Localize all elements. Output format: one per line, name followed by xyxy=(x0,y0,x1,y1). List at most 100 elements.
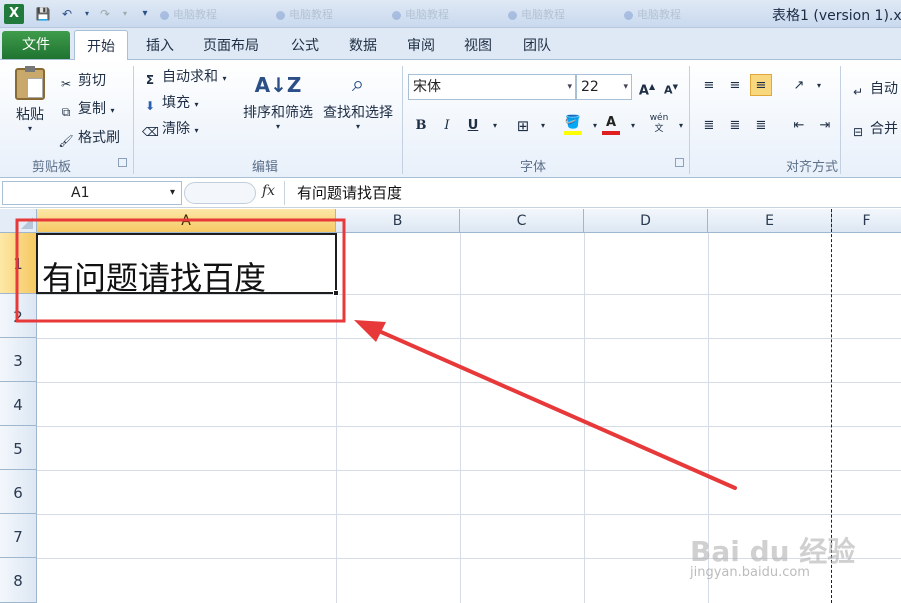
editing-group-label: 编辑 xyxy=(252,160,279,175)
autosum-button[interactable]: Σ 自动求和 ▾ xyxy=(142,66,227,88)
column-header-c[interactable]: C xyxy=(460,209,584,233)
fill-color-icon[interactable]: 🪣 xyxy=(562,115,584,137)
save-icon[interactable]: 💾 xyxy=(34,5,52,23)
row-header-8[interactable]: 8 xyxy=(0,558,37,603)
scissors-icon: ✂ xyxy=(60,77,72,91)
cut-button[interactable]: ✂ 剪切 xyxy=(58,70,106,92)
group-separator xyxy=(840,66,841,174)
name-box[interactable]: A1 ▾ xyxy=(2,181,182,205)
wrap-text-button[interactable]: ↵ 自动 xyxy=(850,78,898,100)
align-middle-icon[interactable]: ≡ xyxy=(724,75,746,97)
align-left-icon[interactable]: ≣ xyxy=(698,115,720,137)
group-separator xyxy=(133,66,134,174)
background-tab: 电脑教程 xyxy=(508,6,620,21)
cell-a1[interactable]: 有问题请找百度 xyxy=(36,233,339,297)
borders-icon[interactable]: ⊞ xyxy=(512,115,534,137)
tab-team[interactable]: 团队 xyxy=(523,35,551,55)
clipboard-launcher-icon[interactable] xyxy=(118,158,127,167)
redo-dropdown-icon[interactable]: ▾ xyxy=(116,5,134,23)
clipboard-icon xyxy=(15,66,45,100)
undo-icon[interactable]: ↶ xyxy=(58,5,76,23)
font-name-select[interactable]: 宋体 ▾ xyxy=(408,74,576,100)
column-header-d[interactable]: D xyxy=(584,209,708,233)
sort-filter-icon: A↓Z xyxy=(254,73,302,97)
orientation-icon[interactable]: ↗ xyxy=(788,75,810,97)
name-box-value: A1 xyxy=(71,185,90,201)
redo-icon[interactable]: ↷ xyxy=(96,5,114,23)
align-bottom-icon[interactable]: ≡ xyxy=(750,74,772,96)
customize-toolbar-icon[interactable]: ▾ xyxy=(136,5,154,23)
font-color-icon[interactable]: A xyxy=(600,115,622,137)
formula-bar-splitter[interactable] xyxy=(184,182,256,204)
excel-app-icon[interactable]: X xyxy=(4,4,24,24)
tab-insert[interactable]: 插入 xyxy=(146,35,174,55)
background-window-tabs: 电脑教程 电脑教程 电脑教程 电脑教程 电脑教程 xyxy=(160,6,760,22)
tab-home[interactable]: 开始 xyxy=(74,30,128,60)
format-painter-button[interactable]: 🖌 格式刷 xyxy=(58,127,120,149)
bold-button[interactable]: B xyxy=(410,115,432,137)
borders-dropdown-icon[interactable]: ▾ xyxy=(532,115,554,137)
underline-button[interactable]: U xyxy=(462,115,484,137)
alignment-group-label: 对齐方式 xyxy=(786,160,839,175)
merge-center-button[interactable]: ⊟ 合并 xyxy=(850,118,898,140)
group-separator xyxy=(689,66,690,174)
orientation-dropdown-icon[interactable]: ▾ xyxy=(808,75,830,97)
tab-page-layout[interactable]: 页面布局 xyxy=(203,35,259,55)
copy-icon: ⧉ xyxy=(61,105,71,119)
formula-input[interactable]: 有问题请找百度 xyxy=(284,181,901,205)
fill-button[interactable]: ⬇ 填充 ▾ xyxy=(142,92,199,114)
column-header-f[interactable]: F xyxy=(832,209,901,233)
gridline xyxy=(37,338,901,339)
phonetic-guide-icon[interactable]: wén 文 xyxy=(648,113,670,135)
ribbon-home: 粘贴 ▾ ✂ 剪切 ⧉ 复制 ▾ 🖌 格式刷 剪贴板 Σ 自动求和 ▾ ⬇ 填充 ▾ ⌫ 清… xyxy=(0,60,901,178)
window-title: 表格1 (version 1).x xyxy=(772,8,901,24)
row-header-4[interactable]: 4 xyxy=(0,382,37,426)
row-header-6[interactable]: 6 xyxy=(0,470,37,514)
row-header-7[interactable]: 7 xyxy=(0,514,37,558)
undo-dropdown-icon[interactable]: ▾ xyxy=(78,5,96,23)
sort-filter-button[interactable]: A↓Z 排序和筛选 ▾ xyxy=(240,68,316,131)
tab-data[interactable]: 数据 xyxy=(349,35,377,55)
cut-label: 剪切 xyxy=(78,73,106,89)
wrap-text-icon: ↵ xyxy=(852,85,864,99)
paste-button[interactable]: 粘贴 ▾ xyxy=(10,66,50,133)
font-size-select[interactable]: 22 ▾ xyxy=(576,74,632,100)
align-right-icon[interactable]: ≣ xyxy=(750,115,772,137)
group-separator xyxy=(402,66,403,174)
column-header-b[interactable]: B xyxy=(336,209,460,233)
baidu-watermark-logo: Bai du 经验 xyxy=(690,535,856,568)
copy-button[interactable]: ⧉ 复制 ▾ xyxy=(58,98,115,120)
paste-label: 粘贴 xyxy=(16,107,44,123)
tab-formulas[interactable]: 公式 xyxy=(291,35,319,55)
binoculars-icon: ⌕ xyxy=(351,72,365,97)
ribbon-tabs: 文件 开始 插入 页面布局 公式 数据 审阅 视图 团队 xyxy=(0,28,901,60)
row-header-5[interactable]: 5 xyxy=(0,426,37,470)
row-header-1[interactable]: 1 xyxy=(0,233,37,294)
paste-dropdown-icon: ▾ xyxy=(27,124,32,133)
column-header-e[interactable]: E xyxy=(708,209,832,233)
tab-view[interactable]: 视图 xyxy=(464,35,492,55)
font-launcher-icon[interactable] xyxy=(675,158,684,167)
shrink-font-icon[interactable]: A▼ xyxy=(660,76,682,98)
increase-indent-icon[interactable]: ⇥ xyxy=(814,115,836,137)
row-header-3[interactable]: 3 xyxy=(0,338,37,382)
font-color-dropdown-icon[interactable]: ▾ xyxy=(622,115,644,137)
grow-font-icon[interactable]: A▲ xyxy=(636,76,658,98)
decrease-indent-icon[interactable]: ⇤ xyxy=(788,115,810,137)
column-header-a[interactable]: A xyxy=(37,209,336,233)
underline-dropdown-icon[interactable]: ▾ xyxy=(484,115,506,137)
insert-function-icon[interactable]: fx xyxy=(262,183,275,199)
fill-handle[interactable] xyxy=(333,290,339,296)
find-select-button[interactable]: ⌕ 查找和选择 ▾ xyxy=(320,68,396,131)
gridline xyxy=(37,426,901,427)
tab-file[interactable]: 文件 xyxy=(2,31,70,59)
select-all-button[interactable] xyxy=(0,209,37,233)
align-top-icon[interactable]: ≡ xyxy=(698,75,720,97)
align-center-icon[interactable]: ≣ xyxy=(724,115,746,137)
clear-button[interactable]: ⌫ 清除 ▾ xyxy=(142,118,198,140)
italic-button[interactable]: I xyxy=(436,115,458,137)
baidu-watermark-url: jingyan.baidu.com xyxy=(690,565,810,580)
row-header-2[interactable]: 2 xyxy=(0,294,37,338)
autosum-label: 自动求和 xyxy=(162,69,218,85)
tab-review[interactable]: 审阅 xyxy=(407,35,435,55)
